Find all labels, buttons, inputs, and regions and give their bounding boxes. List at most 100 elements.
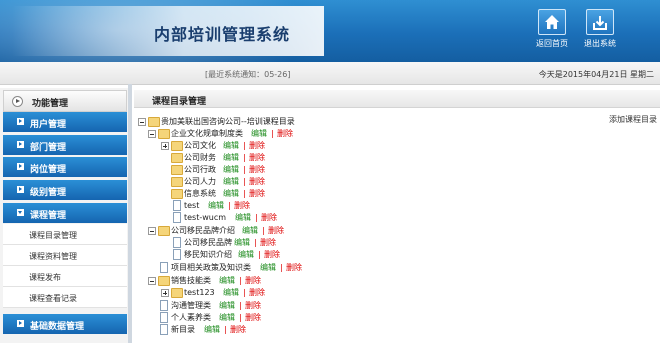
delete-link[interactable]: 删除 [249,287,265,298]
edit-link[interactable]: 编辑 [223,287,239,298]
separator: | [271,129,274,138]
sidebar-subitem-material[interactable]: 课程资料管理 [3,245,127,266]
add-course-catalog-link[interactable]: 添加课程目录 [609,114,657,125]
edit-link[interactable]: 编辑 [235,212,251,223]
sidebar-head: 功能管理 [3,90,127,112]
delete-link[interactable]: 删除 [249,152,265,163]
sidebar-item-course[interactable]: 课程管理 [3,203,127,223]
arrow-right-icon [17,118,24,125]
app-title: 内部培训管理系统 [154,25,291,44]
tree-node-label[interactable]: 贵加美联出国咨询公司--培训课程目录 [161,116,295,127]
tree-node-label[interactable]: 公司行政 [184,164,216,175]
folder-icon [171,189,183,199]
home-button[interactable]: 返回首页 [533,9,571,53]
delete-link[interactable]: 删除 [249,176,265,187]
expand-icon[interactable] [161,289,169,297]
sidebar-item-label: 用户管理 [30,120,67,130]
sidebar-item-basic[interactable]: 基础数据管理 [3,314,127,334]
delete-link[interactable]: 删除 [245,312,261,323]
tree-node-label[interactable]: 新目录 [171,324,195,335]
sidebar-item-label: 课程管理 [30,211,67,221]
delete-link[interactable]: 删除 [249,188,265,199]
edit-link[interactable]: 编辑 [242,225,258,236]
edit-link[interactable]: 编辑 [251,128,267,139]
tree-node-label[interactable]: 公司移民品牌介绍 [171,225,235,236]
folder-icon [171,177,183,187]
tree-node-label[interactable]: 移民知识介绍 [184,249,232,260]
sidebar-subitem-view[interactable]: 课程查看记录 [3,287,127,308]
separator: | [243,189,246,198]
delete-link[interactable]: 删除 [234,200,250,211]
edit-link[interactable]: 编辑 [238,249,254,260]
sidebar: 功能管理 用户管理 部门管理 岗位管理 级别管理 课程管理 课程目录管理 课程资… [0,88,128,343]
delete-link[interactable]: 删除 [249,164,265,175]
tree-node-label[interactable]: test-wucm [184,212,226,223]
edit-link[interactable]: 编辑 [208,200,224,211]
delete-link[interactable]: 删除 [230,324,246,335]
collapse-icon[interactable] [148,227,156,235]
tree-node-label[interactable]: test [184,200,199,211]
delete-link[interactable]: 删除 [245,275,261,286]
tree-node-label[interactable]: 项目相关政策及知识类 [171,262,251,273]
folder-icon [158,276,170,286]
edit-link[interactable]: 编辑 [223,176,239,187]
sidebar-item-label: 部门管理 [30,143,67,153]
tree-node-label[interactable]: 个人素养类 [171,312,211,323]
collapse-icon[interactable] [148,277,156,285]
delete-link[interactable]: 删除 [264,249,280,260]
delete-link[interactable]: 删除 [249,140,265,151]
separator: | [224,325,227,334]
tree-node-label[interactable]: 销售技能类 [171,275,211,286]
edit-link[interactable]: 编辑 [223,188,239,199]
folder-icon [171,141,183,151]
folder-icon [158,226,170,236]
sidebar-item-dept[interactable]: 部门管理 [3,135,127,155]
sidebar-subitem-publish[interactable]: 课程发布 [3,266,127,287]
delete-link[interactable]: 删除 [261,212,277,223]
home-icon [538,9,566,35]
tree-node-label[interactable]: 沟通管理类 [171,300,211,311]
delete-link[interactable]: 删除 [268,225,284,236]
tree-node-label[interactable]: 公司移民品牌 [184,237,232,248]
edit-link[interactable]: 编辑 [219,312,235,323]
delete-link[interactable]: 删除 [245,300,261,311]
separator: | [258,250,261,259]
edit-link[interactable]: 编辑 [223,164,239,175]
separator: | [239,301,242,310]
tree-node-label[interactable]: 信息系统 [184,188,216,199]
sidebar-divider[interactable] [128,84,132,343]
document-icon [160,324,168,335]
delete-link[interactable]: 删除 [260,237,276,248]
tree-node-label[interactable]: 公司财务 [184,152,216,163]
tree-node-label[interactable]: 企业文化规章制度类 [171,128,243,139]
expand-icon[interactable] [161,142,169,150]
sidebar-subitem-catalog[interactable]: 课程目录管理 [3,224,127,245]
sidebar-item-post[interactable]: 岗位管理 [3,157,127,177]
catalog-tree: 贵加美联出国咨询公司--培训课程目录 企业文化规章制度类 编辑 | 删除 公司文… [136,112,606,342]
separator: | [254,238,257,247]
edit-link[interactable]: 编辑 [260,262,276,273]
edit-link[interactable]: 编辑 [223,140,239,151]
collapse-icon[interactable] [148,130,156,138]
delete-link[interactable]: 删除 [286,262,302,273]
tree-node-label[interactable]: test123 [184,287,215,298]
edit-link[interactable]: 编辑 [219,275,235,286]
tree-node-label[interactable]: 公司人力 [184,176,216,187]
home-button-label: 返回首页 [536,39,568,48]
edit-link[interactable]: 编辑 [234,237,250,248]
delete-link[interactable]: 删除 [277,128,293,139]
current-date: 今天是2015年04月21日 星期二 [538,70,654,79]
arrow-right-icon [17,320,24,327]
edit-link[interactable]: 编辑 [219,300,235,311]
edit-link[interactable]: 编辑 [204,324,220,335]
logout-button[interactable]: 退出系统 [581,9,619,53]
separator: | [243,288,246,297]
collapse-icon[interactable] [138,118,146,126]
tree-node-label[interactable]: 公司文化 [184,140,216,151]
arrow-right-icon [17,186,24,193]
sidebar-item-level[interactable]: 级别管理 [3,180,127,200]
separator: | [255,213,258,222]
system-notice[interactable]: [最近系统通知：05-26] [205,69,291,80]
sidebar-item-users[interactable]: 用户管理 [3,112,127,132]
edit-link[interactable]: 编辑 [223,152,239,163]
